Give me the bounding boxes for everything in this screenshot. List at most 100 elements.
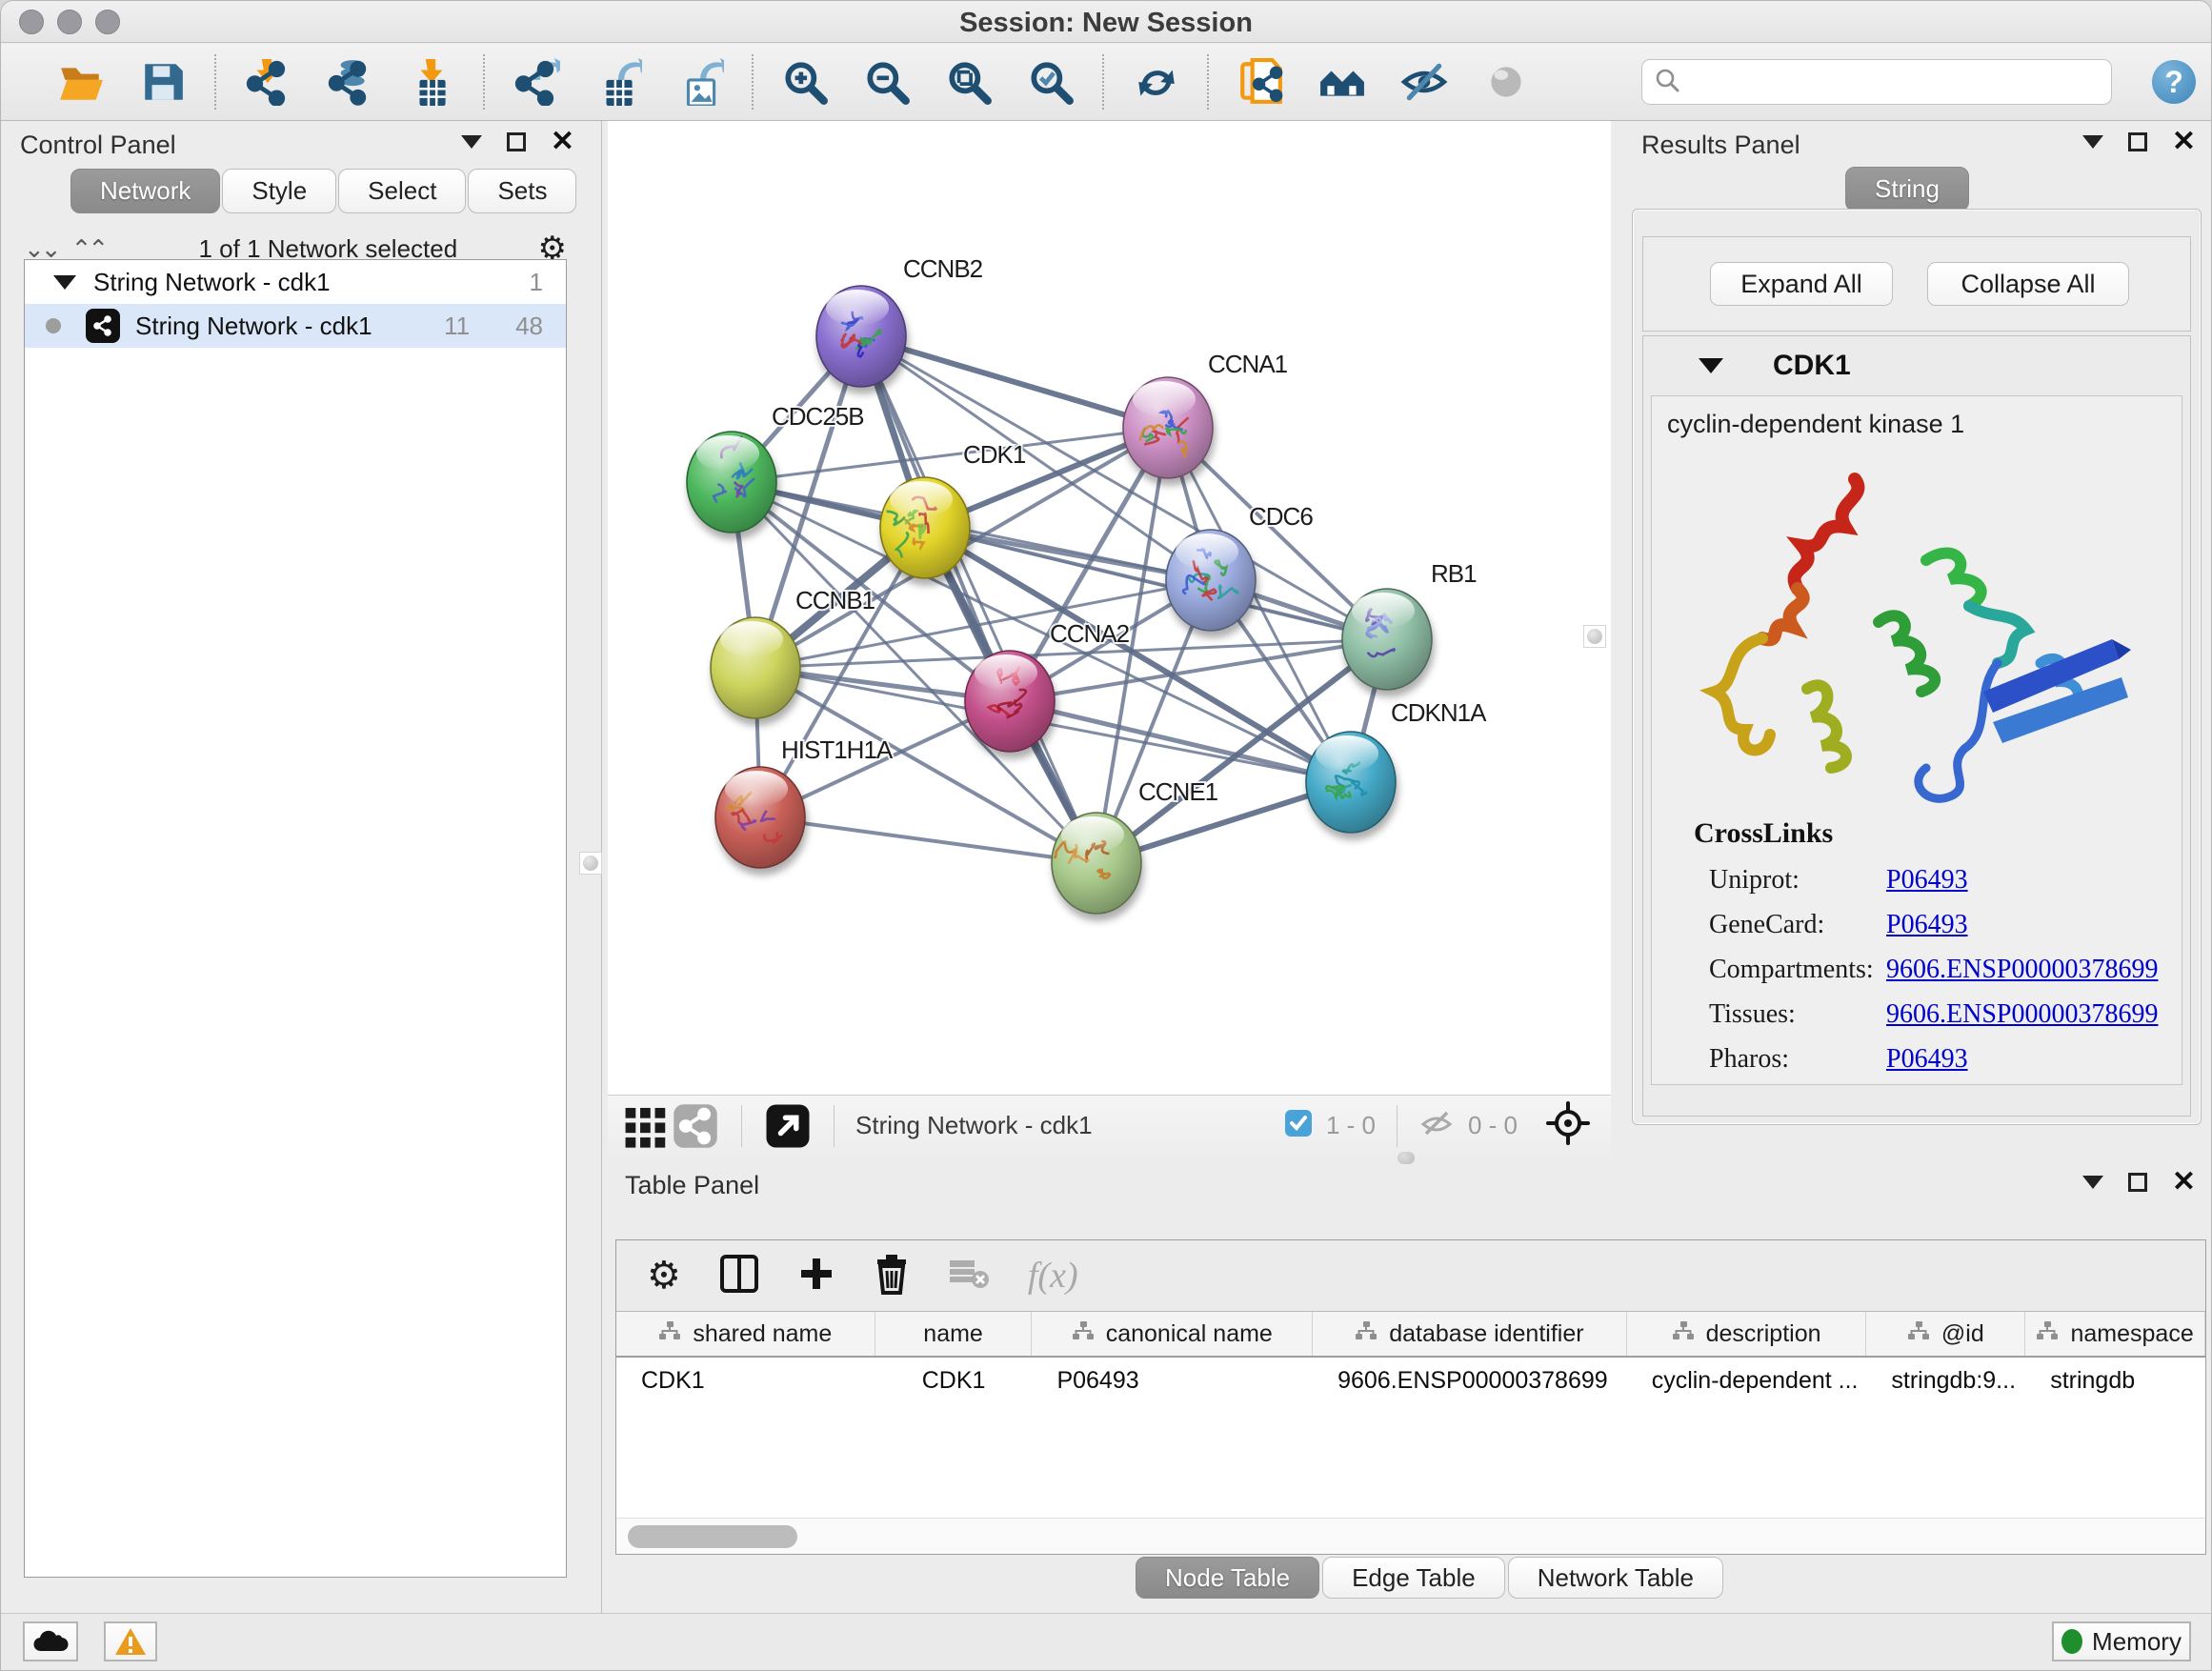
crosslink-link[interactable]: 9606.ENSP00000378699	[1886, 999, 2158, 1030]
network-node-CDK1[interactable]	[880, 477, 970, 578]
add-column-icon[interactable]	[797, 1255, 835, 1298]
cloud-icon	[31, 1628, 70, 1655]
cloud-status-button[interactable]	[23, 1621, 78, 1661]
shared-column-icon	[658, 1320, 681, 1348]
column-header-namespace[interactable]: namespace	[2025, 1312, 2205, 1356]
control-panel-float-icon[interactable]	[507, 132, 526, 151]
results-panel-menu-icon[interactable]	[2082, 135, 2103, 149]
left-splitter-handle[interactable]	[579, 852, 602, 875]
export-image-icon[interactable]	[675, 57, 725, 107]
selected-checkbox-icon[interactable]	[1284, 1109, 1313, 1142]
protein-structure-image	[1679, 446, 2155, 814]
export-network-icon[interactable]	[512, 57, 561, 107]
tab-sets[interactable]: Sets	[468, 169, 576, 213]
zoom-selected-icon[interactable]	[1026, 57, 1076, 107]
column-header-description[interactable]: description	[1627, 1312, 1867, 1356]
crosslink-link[interactable]: P06493	[1886, 865, 1968, 896]
open-session-icon[interactable]	[56, 57, 106, 107]
control-panel-menu-icon[interactable]	[461, 135, 482, 149]
tab-network-table[interactable]: Network Table	[1508, 1557, 1723, 1599]
toolbar-search-input[interactable]	[1688, 63, 2111, 101]
network-edge	[861, 336, 1096, 863]
network-node-CDC6[interactable]	[1166, 530, 1256, 631]
delete-column-icon[interactable]	[874, 1253, 910, 1299]
node-label-CCNE1: CCNE1	[1138, 777, 1218, 806]
network-collection-row[interactable]: String Network - cdk1 1	[25, 260, 566, 304]
gene-description: cyclin-dependent kinase 1	[1667, 410, 1964, 439]
network-node-CDC25B[interactable]	[687, 432, 776, 533]
table-panel-close-icon[interactable]: ✕	[2172, 1173, 2196, 1192]
tab-edge-table[interactable]: Edge Table	[1322, 1557, 1505, 1599]
results-panel-float-icon[interactable]	[2128, 132, 2147, 151]
crosslink-row: Pharos: P06493	[1709, 1044, 2166, 1088]
network-row[interactable]: String Network - cdk1 11 48	[25, 304, 566, 348]
tab-network[interactable]: Network	[70, 169, 220, 213]
tab-style[interactable]: Style	[222, 169, 336, 213]
network-node-CDKN1A[interactable]	[1306, 732, 1396, 833]
table-row[interactable]: CDK1CDK1P064939606.ENSP00000378699cyclin…	[616, 1358, 2205, 1403]
memory-label: Memory	[2092, 1627, 2182, 1657]
network-node-CCNA2[interactable]	[965, 651, 1055, 752]
control-panel-close-icon[interactable]: ✕	[551, 132, 574, 151]
help-icon[interactable]: ?	[2152, 60, 2196, 104]
new-network-from-selection-icon[interactable]	[1236, 57, 1285, 107]
tab-select[interactable]: Select	[338, 169, 466, 213]
node-label-CDC25B: CDC25B	[772, 402, 864, 431]
import-database-icon[interactable]	[325, 57, 374, 107]
first-neighbors-icon[interactable]	[1317, 57, 1367, 107]
hscrollbar-thumb[interactable]	[628, 1525, 797, 1548]
save-session-icon[interactable]	[138, 57, 188, 107]
network-view-toolbar: String Network - cdk1 1 - 0 0 - 0	[608, 1095, 1611, 1156]
network-share-view-icon[interactable]	[671, 1101, 720, 1151]
column-header-database-identifier[interactable]: database identifier	[1313, 1312, 1627, 1356]
expand-all-button[interactable]: Expand All	[1710, 262, 1893, 306]
column-header-canonical-name[interactable]: canonical name	[1032, 1312, 1313, 1356]
column-header-name[interactable]: name	[875, 1312, 1033, 1356]
collection-expand-icon[interactable]	[53, 275, 76, 290]
results-panel-close-icon[interactable]: ✕	[2172, 132, 2196, 151]
network-node-CCNA1[interactable]	[1123, 377, 1213, 478]
crosslink-link[interactable]: P06493	[1886, 910, 1968, 940]
network-node-RB1[interactable]	[1342, 589, 1432, 690]
hide-selected-icon[interactable]	[1399, 57, 1449, 107]
crosslink-label: Pharos:	[1709, 1044, 1789, 1074]
right-splitter-handle[interactable]	[1583, 625, 1606, 648]
export-table-icon[interactable]	[593, 57, 643, 107]
network-node-CCNE1[interactable]	[1052, 813, 1141, 914]
show-columns-icon[interactable]	[719, 1253, 759, 1299]
birds-eye-view-icon[interactable]	[1546, 1101, 1590, 1150]
table-panel-float-icon[interactable]	[2128, 1173, 2147, 1192]
gene-collapse-icon[interactable]	[1699, 358, 1723, 373]
table-cell: P06493	[1032, 1358, 1313, 1403]
crosslink-link[interactable]: P06493	[1886, 1044, 1968, 1075]
memory-status-dot	[2061, 1629, 2082, 1654]
zoom-out-icon[interactable]	[862, 57, 912, 107]
crosslink-link[interactable]: 9606.ENSP00000378699	[1886, 955, 2158, 985]
import-table-icon[interactable]	[407, 57, 456, 107]
table-options-gear-icon[interactable]: ⚙	[647, 1254, 681, 1298]
column-header-id[interactable]: @id	[1866, 1312, 2025, 1356]
zoom-fit-icon[interactable]	[944, 57, 994, 107]
crosslink-row: Uniprot: P06493	[1709, 865, 2166, 909]
zoom-in-icon[interactable]	[780, 57, 830, 107]
import-network-icon[interactable]	[243, 57, 292, 107]
shared-column-icon	[1072, 1320, 1095, 1348]
tab-node-table[interactable]: Node Table	[1136, 1557, 1319, 1599]
network-node-HIST1H1A[interactable]	[715, 767, 805, 868]
collapse-all-button[interactable]: Collapse All	[1927, 262, 2129, 306]
bottom-splitter-handle[interactable]	[1398, 1152, 1415, 1164]
open-in-new-window-icon[interactable]	[763, 1101, 813, 1151]
grid-view-icon[interactable]	[621, 1101, 671, 1151]
table-panel-menu-icon[interactable]	[2082, 1176, 2103, 1189]
tab-string[interactable]: String	[1845, 167, 1969, 211]
network-canvas[interactable]: CCNB2CCNA1CDC25BCDK1CDC6RB1CCNB1CCNA2CDK…	[608, 121, 1611, 1095]
network-edge	[861, 336, 1168, 428]
refresh-layout-icon[interactable]	[1131, 57, 1180, 107]
show-all-icon[interactable]	[1481, 57, 1531, 107]
warnings-button[interactable]	[104, 1621, 157, 1661]
network-node-CCNB2[interactable]	[816, 286, 906, 387]
network-node-CCNB1[interactable]	[711, 617, 800, 718]
crosslink-label: Uniprot:	[1709, 865, 1800, 895]
memory-button[interactable]: Memory	[2052, 1621, 2191, 1661]
column-header-shared-name[interactable]: shared name	[616, 1312, 875, 1356]
